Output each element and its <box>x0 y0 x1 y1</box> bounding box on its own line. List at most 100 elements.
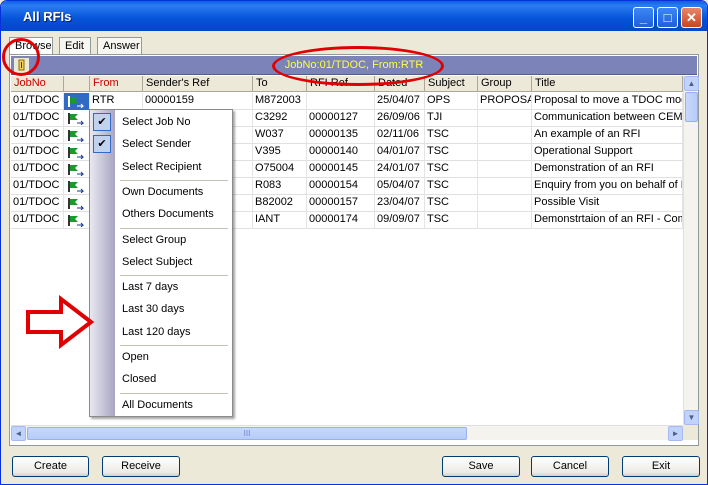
cell-jobno: 01/TDOC <box>11 212 64 229</box>
menu-item-select-subject[interactable]: Select Subject <box>90 252 232 272</box>
cell-title: Demonstrtaion of an RFI - Com <box>532 212 683 229</box>
cell-subject: TSC <box>425 161 478 178</box>
cell-to: R083 <box>253 178 307 195</box>
cell-dated: 23/04/07 <box>375 195 425 212</box>
column-header[interactable] <box>64 76 90 92</box>
cell-senders-ref: 00000159 <box>143 93 253 110</box>
cell-dated: 02/11/06 <box>375 127 425 144</box>
all-rfis-window: All RFIs _ □ ✕ Browse Edit Answer JobNo:… <box>0 0 708 485</box>
rfi-flag-icon <box>68 198 85 210</box>
rfi-status-cell[interactable] <box>64 212 90 229</box>
menu-item-others-documents[interactable]: Others Documents <box>90 204 232 224</box>
menu-separator <box>120 345 228 346</box>
tab-answer[interactable]: Answer <box>97 37 142 55</box>
minimize-button[interactable]: _ <box>633 7 654 28</box>
cell-rfi-ref: 00000157 <box>307 195 375 212</box>
cell-group <box>478 110 532 127</box>
vertical-scrollbar[interactable]: ▲ ▼ <box>683 76 699 425</box>
cell-group <box>478 144 532 161</box>
checkmark-icon: ✔ <box>93 135 111 154</box>
cell-subject: OPS <box>425 93 478 110</box>
create-button[interactable]: Create <box>12 456 89 477</box>
cell-rfi-ref: 00000140 <box>307 144 375 161</box>
vertical-scroll-thumb[interactable] <box>685 92 698 122</box>
column-header[interactable]: Subject <box>425 76 478 92</box>
cell-rfi-ref: 00000127 <box>307 110 375 127</box>
cell-subject: TSC <box>425 195 478 212</box>
rfi-status-cell[interactable] <box>64 93 90 110</box>
cell-to: V395 <box>253 144 307 161</box>
cell-rfi-ref: 00000135 <box>307 127 375 144</box>
save-button[interactable]: Save <box>442 456 520 477</box>
menu-separator <box>120 392 228 394</box>
rfi-status-cell[interactable] <box>64 127 90 144</box>
checkmark-icon: ✔ <box>93 113 111 131</box>
rfi-status-cell[interactable] <box>64 110 90 127</box>
receive-button[interactable]: Receive <box>102 456 180 477</box>
menu-item-label: Open <box>122 351 149 363</box>
menu-item-label: Closed <box>122 373 157 386</box>
cell-jobno: 01/TDOC <box>11 127 64 144</box>
column-header[interactable]: Sender's Ref <box>143 76 253 92</box>
column-header[interactable]: Title <box>532 76 683 92</box>
cell-subject: TSC <box>425 144 478 161</box>
table-row[interactable]: 01/TDOC RTR 00000159 M872003 25/04/07 OPS PROP… <box>11 93 683 110</box>
maximize-button[interactable]: □ <box>657 7 678 28</box>
cell-group <box>478 212 532 229</box>
tab-edit[interactable]: Edit <box>59 37 91 55</box>
filter-context-menu: ✔ Select Job No ✔ Select Sender Select Recip… <box>89 109 233 417</box>
cell-to: M872003 <box>253 93 307 110</box>
cell-rfi-ref <box>307 93 375 110</box>
rfi-status-cell[interactable] <box>64 161 90 178</box>
scroll-down-button[interactable]: ▼ <box>684 410 699 425</box>
horizontal-scroll-thumb[interactable]: III <box>27 427 467 440</box>
exit-button[interactable]: Exit <box>622 456 700 477</box>
cancel-button[interactable]: Cancel <box>531 456 609 477</box>
rfi-status-cell[interactable] <box>64 144 90 161</box>
rfi-flag-icon <box>68 164 85 176</box>
scroll-up-button[interactable]: ▲ <box>684 76 699 91</box>
menu-item-label: Select Subject <box>122 255 193 268</box>
column-header[interactable]: Group <box>478 76 532 92</box>
menu-item-select-group[interactable]: Select Group <box>90 230 232 250</box>
menu-item-label: Others Documents <box>122 208 214 221</box>
menu-separator <box>120 275 228 277</box>
menu-item-select-job-no[interactable]: ✔ Select Job No <box>90 112 232 132</box>
scroll-left-button[interactable]: ◄ <box>11 426 26 441</box>
menu-item-select-recipient[interactable]: Select Recipient <box>90 157 232 177</box>
menu-item-own-documents[interactable]: Own Documents <box>90 182 232 202</box>
cell-subject: TJI <box>425 110 478 127</box>
rfi-flag-icon <box>68 215 85 227</box>
cell-rfi-ref: 00000145 <box>307 161 375 178</box>
cell-jobno: 01/TDOC <box>11 195 64 212</box>
cell-title: Enquiry from you on behalf of E <box>532 178 683 195</box>
cell-jobno: 01/TDOC <box>11 161 64 178</box>
menu-item-last-7-days[interactable]: Last 7 days <box>90 277 232 297</box>
cell-dated: 24/01/07 <box>375 161 425 178</box>
close-button[interactable]: ✕ <box>681 7 702 28</box>
menu-item-open[interactable]: Open <box>90 347 232 367</box>
rfi-status-cell[interactable] <box>64 178 90 195</box>
scroll-right-button[interactable]: ► <box>668 426 683 441</box>
cell-group <box>478 178 532 195</box>
cell-title: Proposal to move a TDOC mod <box>532 93 683 110</box>
cell-to: W037 <box>253 127 307 144</box>
menu-item-closed[interactable]: Closed <box>90 369 232 389</box>
cell-to: C3292 <box>253 110 307 127</box>
annotation-ellipse-filter-text <box>272 46 444 86</box>
menu-item-last-30-days[interactable]: Last 30 days <box>90 299 232 319</box>
title-bar[interactable]: All RFIs _ □ ✕ <box>1 1 707 31</box>
horizontal-scrollbar[interactable]: ◄ III ► <box>11 425 683 441</box>
cell-subject: TSC <box>425 127 478 144</box>
cell-title: An example of an RFI <box>532 127 683 144</box>
menu-item-select-sender[interactable]: ✔ Select Sender <box>90 134 232 154</box>
menu-item-all-documents[interactable]: All Documents <box>90 395 232 415</box>
column-header[interactable]: From <box>90 76 143 92</box>
column-header[interactable]: JobNo <box>11 76 64 92</box>
rfi-status-cell[interactable] <box>64 195 90 212</box>
menu-item-last-120-days[interactable]: Last 120 days <box>90 322 232 342</box>
cell-jobno: 01/TDOC <box>11 144 64 161</box>
annotation-circle-filter-button <box>2 38 40 76</box>
window-title: All RFIs <box>23 9 72 24</box>
rfi-flag-icon <box>68 130 85 142</box>
